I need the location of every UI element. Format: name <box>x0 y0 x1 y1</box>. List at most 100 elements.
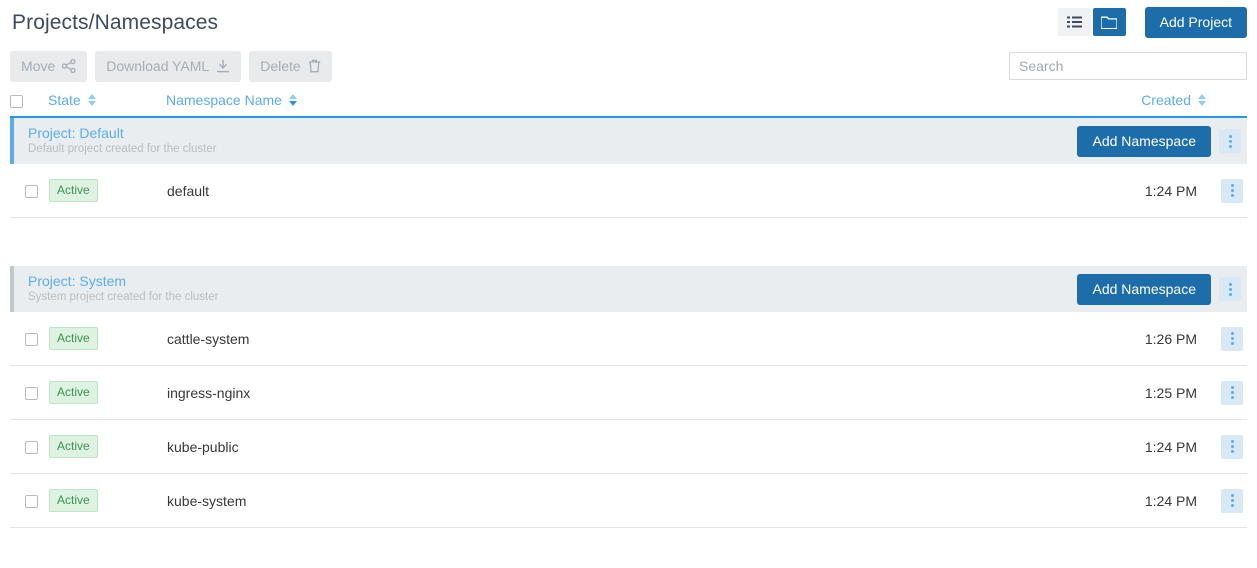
row-select-cell <box>10 312 48 366</box>
kebab-dot <box>1228 139 1232 143</box>
table-row[interactable]: Active cattle-system 1:26 PM <box>10 312 1247 366</box>
table-row[interactable]: Active ingress-nginx 1:25 PM <box>10 365 1247 420</box>
row-namespace-name[interactable]: ingress-nginx <box>166 365 1055 420</box>
project-group-text: Project: Default Default project created… <box>28 125 217 156</box>
row-select-cell <box>10 164 48 218</box>
download-yaml-button[interactable]: Download YAML <box>95 50 242 82</box>
status-badge: Active <box>49 435 98 458</box>
column-header-state-label: State <box>48 92 81 108</box>
column-header-created-label: Created <box>1141 92 1191 108</box>
row-select-cell <box>10 419 48 474</box>
table-header: State Namespace Name Created <box>10 88 1247 118</box>
row-actions-menu-button[interactable] <box>1221 178 1243 203</box>
project-group-row: Project: Default Default project created… <box>10 117 1247 164</box>
bulk-actions: Move Download YAML Delete <box>10 50 332 82</box>
row-namespace-name[interactable]: kube-system <box>166 473 1055 527</box>
sort-state-icon <box>87 93 97 107</box>
kebab-dot <box>1228 282 1232 286</box>
project-group-actions: Add Namespace <box>1077 273 1241 305</box>
select-all-checkbox[interactable] <box>10 94 23 108</box>
project-group-text: Project: System System project created f… <box>28 273 218 304</box>
add-namespace-button[interactable]: Add Namespace <box>1077 273 1211 305</box>
row-created: 1:24 PM <box>1055 473 1207 527</box>
column-header-actions <box>1207 88 1247 118</box>
table-bottom-divider <box>10 527 1247 528</box>
search-input[interactable] <box>1009 52 1247 80</box>
row-select-checkbox[interactable] <box>25 495 38 509</box>
folder-view-toggle-button[interactable] <box>1092 8 1126 36</box>
row-select-checkbox[interactable] <box>25 387 38 401</box>
row-created: 1:24 PM <box>1055 419 1207 474</box>
row-actions-menu-button[interactable] <box>1221 434 1243 459</box>
row-select-checkbox[interactable] <box>25 333 38 347</box>
project-group-subtitle: Default project created for the cluster <box>28 143 217 156</box>
row-namespace-name[interactable]: kube-public <box>166 419 1055 474</box>
row-select-cell <box>10 365 48 420</box>
select-all-header[interactable] <box>10 88 48 118</box>
kebab-dot <box>1230 445 1234 448</box>
project-group-accent <box>10 266 14 312</box>
add-project-button[interactable]: Add Project <box>1144 6 1247 38</box>
namespaces-table-container: State Namespace Name Created Project: De… <box>0 88 1257 527</box>
project-actions-menu-button[interactable] <box>1219 277 1241 301</box>
column-header-state[interactable]: State <box>48 88 166 118</box>
column-header-created[interactable]: Created <box>1055 88 1207 118</box>
page-title: Projects/Namespaces <box>12 10 219 34</box>
kebab-dot <box>1228 134 1232 138</box>
kebab-dot <box>1228 144 1232 148</box>
row-actions-cell <box>1207 365 1247 420</box>
row-state-cell: Active <box>48 473 166 527</box>
column-header-namespace-name-label: Namespace Name <box>166 92 282 108</box>
project-group-title[interactable]: Project: System <box>28 273 218 289</box>
column-header-namespace-name[interactable]: Namespace Name <box>166 88 1055 118</box>
status-badge: Active <box>49 179 98 202</box>
row-actions-menu-button[interactable] <box>1221 488 1243 513</box>
kebab-dot <box>1230 342 1234 345</box>
namespaces-table: State Namespace Name Created Project: De… <box>10 88 1247 527</box>
row-namespace-name[interactable]: default <box>166 164 1055 218</box>
kebab-dot <box>1230 332 1234 335</box>
project-group-title[interactable]: Project: Default <box>28 125 217 141</box>
row-state-cell: Active <box>48 312 166 366</box>
row-state-cell: Active <box>48 164 166 218</box>
folder-icon <box>1101 16 1118 29</box>
kebab-dot <box>1228 287 1232 291</box>
list-view-toggle-button[interactable] <box>1057 8 1091 36</box>
project-group-cell: Project: System System project created f… <box>10 266 1247 312</box>
kebab-dot <box>1230 450 1234 453</box>
kebab-dot <box>1230 386 1234 389</box>
table-row[interactable]: Active kube-public 1:24 PM <box>10 419 1247 474</box>
move-button[interactable]: Move <box>10 50 88 82</box>
status-badge: Active <box>49 489 98 512</box>
project-actions-menu-button[interactable] <box>1219 129 1241 153</box>
row-actions-menu-button[interactable] <box>1221 380 1243 405</box>
status-badge: Active <box>49 327 98 350</box>
list-icon <box>1066 16 1082 29</box>
row-actions-cell <box>1207 164 1247 218</box>
bulk-action-toolbar: Move Download YAML Delete Search <box>0 44 1257 88</box>
row-namespace-name[interactable]: cattle-system <box>166 312 1055 366</box>
row-created: 1:25 PM <box>1055 365 1207 420</box>
row-created: 1:26 PM <box>1055 312 1207 366</box>
table-row[interactable]: Active kube-system 1:24 PM <box>10 473 1247 527</box>
row-select-checkbox[interactable] <box>25 185 38 199</box>
delete-button[interactable]: Delete <box>249 50 332 82</box>
add-namespace-button[interactable]: Add Namespace <box>1077 125 1211 157</box>
row-actions-menu-button[interactable] <box>1221 326 1243 351</box>
table-row[interactable]: Active default 1:24 PM <box>10 164 1247 218</box>
kebab-dot <box>1230 499 1234 502</box>
row-select-checkbox[interactable] <box>25 441 38 455</box>
download-yaml-button-label: Download YAML <box>106 57 210 74</box>
view-toggle-group <box>1057 8 1126 36</box>
share-icon <box>62 58 76 73</box>
row-actions-cell <box>1207 419 1247 474</box>
kebab-dot <box>1230 337 1234 340</box>
project-group-accent <box>10 118 14 164</box>
delete-button-label: Delete <box>260 57 301 74</box>
project-group-subtitle: System project created for the cluster <box>28 291 219 304</box>
table-header-row: State Namespace Name Created <box>10 88 1247 118</box>
trash-icon <box>308 59 321 73</box>
page-header: Projects/Namespaces Add Project <box>0 0 1257 44</box>
kebab-dot <box>1230 494 1234 497</box>
row-created: 1:24 PM <box>1055 164 1207 218</box>
